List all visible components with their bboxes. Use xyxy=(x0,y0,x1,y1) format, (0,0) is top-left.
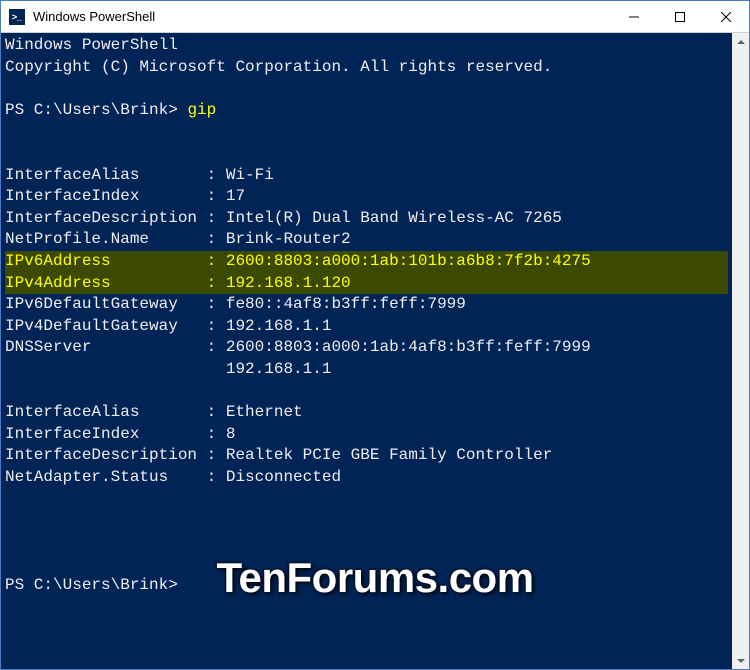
copyright-line: Copyright (C) Microsoft Corporation. All… xyxy=(5,57,728,79)
terminal-output[interactable]: Windows PowerShellCopyright (C) Microsof… xyxy=(1,33,732,669)
output-ipv4address: IPv4Address : 192.168.1.120 xyxy=(5,273,728,295)
window-controls xyxy=(611,1,749,32)
window-title: Windows PowerShell xyxy=(33,9,611,24)
command-text: gip xyxy=(187,101,216,119)
output-dnsserver: DNSServer : 2600:8803:a000:1ab:4af8:b3ff… xyxy=(5,337,728,359)
terminal-area: Windows PowerShellCopyright (C) Microsof… xyxy=(1,33,749,669)
output-interfaceindex: InterfaceIndex : 17 xyxy=(5,186,728,208)
titlebar[interactable]: >_ Windows PowerShell xyxy=(1,1,749,33)
output-dnsserver-2: 192.168.1.1 xyxy=(5,359,728,381)
maximize-button[interactable] xyxy=(657,1,703,32)
output-ipv4gateway: IPv4DefaultGateway : 192.168.1.1 xyxy=(5,316,728,338)
output-interfaceindex-2: InterfaceIndex : 8 xyxy=(5,424,728,446)
output-ipv6gateway: IPv6DefaultGateway : fe80::4af8:b3ff:fef… xyxy=(5,294,728,316)
powershell-window: >_ Windows PowerShell Windows PowerShell… xyxy=(0,0,750,670)
close-button[interactable] xyxy=(703,1,749,32)
minimize-button[interactable] xyxy=(611,1,657,32)
output-interfacedescription: InterfaceDescription : Intel(R) Dual Ban… xyxy=(5,208,728,230)
prompt: PS C:\Users\Brink> xyxy=(5,101,187,119)
prompt: PS C:\Users\Brink> xyxy=(5,576,178,594)
scrollbar[interactable] xyxy=(732,33,749,669)
header-line: Windows PowerShell xyxy=(5,35,728,57)
output-interfacealias-2: InterfaceAlias : Ethernet xyxy=(5,402,728,424)
output-interfacedescription-2: InterfaceDescription : Realtek PCIe GBE … xyxy=(5,445,728,467)
output-ipv6address: IPv6Address : 2600:8803:a000:1ab:101b:a6… xyxy=(5,251,728,273)
scroll-track[interactable] xyxy=(732,50,749,652)
powershell-icon: >_ xyxy=(9,9,25,25)
output-interfacealias: InterfaceAlias : Wi-Fi xyxy=(5,165,728,187)
output-netadapterstatus: NetAdapter.Status : Disconnected xyxy=(5,467,728,489)
scroll-up-button[interactable] xyxy=(732,33,749,50)
scroll-down-button[interactable] xyxy=(732,652,749,669)
output-netprofilename: NetProfile.Name : Brink-Router2 xyxy=(5,229,728,251)
